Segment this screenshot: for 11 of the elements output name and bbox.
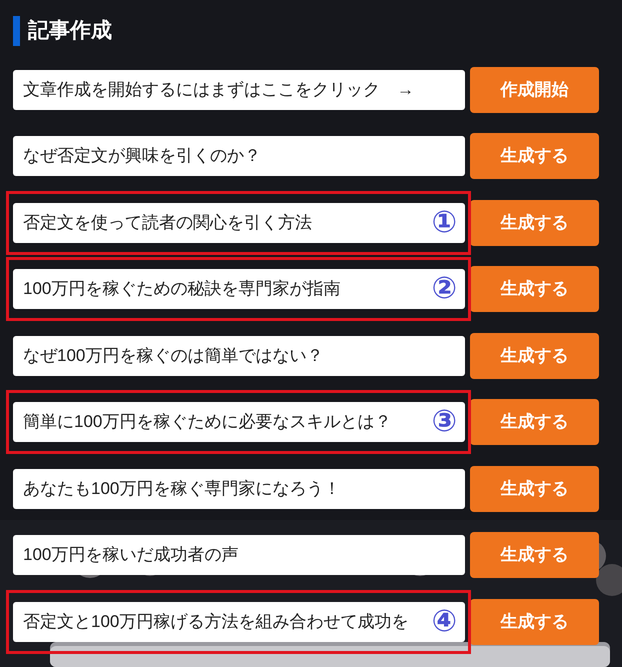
text-field[interactable]: あなたも100万円を稼ぐ専門家になろう！ bbox=[13, 468, 465, 508]
number-marker: ③ bbox=[432, 405, 457, 439]
text-field[interactable]: なぜ100万円を稼ぐのは簡単ではない？ bbox=[13, 336, 465, 376]
number-marker: ④ bbox=[432, 604, 457, 638]
text-field[interactable]: 100万円を稼いだ成功者の声 bbox=[13, 535, 465, 575]
number-marker: ② bbox=[432, 272, 457, 306]
title-accent bbox=[13, 16, 20, 46]
section-title: 記事作成 bbox=[28, 18, 112, 44]
text-field[interactable]: なぜ否定文が興味を引くのか？ bbox=[13, 136, 465, 176]
number-marker: ① bbox=[432, 206, 457, 240]
text-field[interactable]: 文章作成を開始するにはまずはここをクリック → bbox=[13, 70, 465, 110]
